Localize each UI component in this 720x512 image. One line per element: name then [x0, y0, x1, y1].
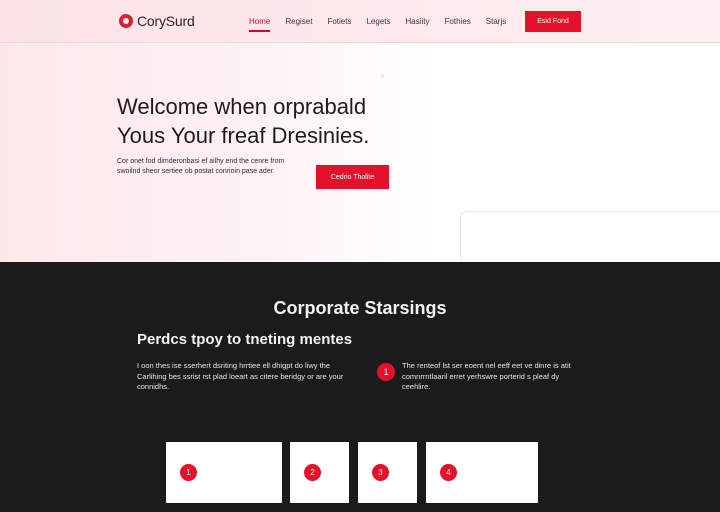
section-subtitle: Perdcs tpoy to tneting mentes	[137, 331, 353, 348]
hero-title-line-1: Welcome when orprabald	[117, 94, 367, 119]
hero-title-line-2: Yous Your freaf Dresinies.	[117, 123, 370, 148]
nav-item-7[interactable]: Starjs	[486, 17, 506, 26]
card-number-badge: 2	[304, 464, 321, 481]
card-number-badge: 1	[180, 464, 197, 481]
main-nav: Home Regiset Fotiets Legets Hasiity Foth…	[249, 17, 521, 32]
nav-item-3[interactable]: Fotiets	[327, 17, 351, 26]
hero-cta-button[interactable]: Cedrio Tholite	[316, 165, 389, 189]
nav-item-5[interactable]: Hasiity	[406, 17, 430, 26]
card-number-badge: 3	[372, 464, 389, 481]
feature-card-2[interactable]: 2	[290, 442, 349, 503]
section-title: Corporate Starsings	[273, 298, 447, 318]
nav-item-2[interactable]: Regiset	[285, 17, 312, 26]
hero-title: Welcome when orprabald Yous Your freaf D…	[117, 92, 457, 150]
nav-item-home[interactable]: Home	[249, 17, 271, 32]
card-number-badge: 4	[440, 464, 457, 481]
site-header: CorySurd Home Regiset Fotiets Legets Has…	[0, 0, 720, 43]
nav-item-4[interactable]: Legets	[366, 17, 390, 26]
section-description: I oon thes ise sserhert dsriting hrrtiee…	[137, 361, 344, 391]
logo[interactable]: CorySurd	[119, 13, 195, 29]
decorative-mark-icon: ×	[380, 72, 385, 81]
logo-text: CorySurd	[137, 13, 195, 29]
header-cta-button[interactable]: Esid Fond	[525, 11, 581, 32]
feature-card-3[interactable]: 3	[358, 442, 417, 503]
feature-card-1[interactable]: 1	[166, 442, 282, 503]
hero-description: Cor onet fod dimderonbasi ef ailhy end t…	[117, 158, 285, 175]
feature-card-4[interactable]: 4	[426, 442, 538, 503]
logo-icon	[119, 14, 133, 28]
feature-number-badge: 1	[377, 363, 395, 381]
nav-item-6[interactable]: Fothies	[445, 17, 471, 26]
hero-section	[0, 43, 720, 305]
feature-description: The renteof lst ser eoent nel eeff eet v…	[402, 361, 571, 391]
